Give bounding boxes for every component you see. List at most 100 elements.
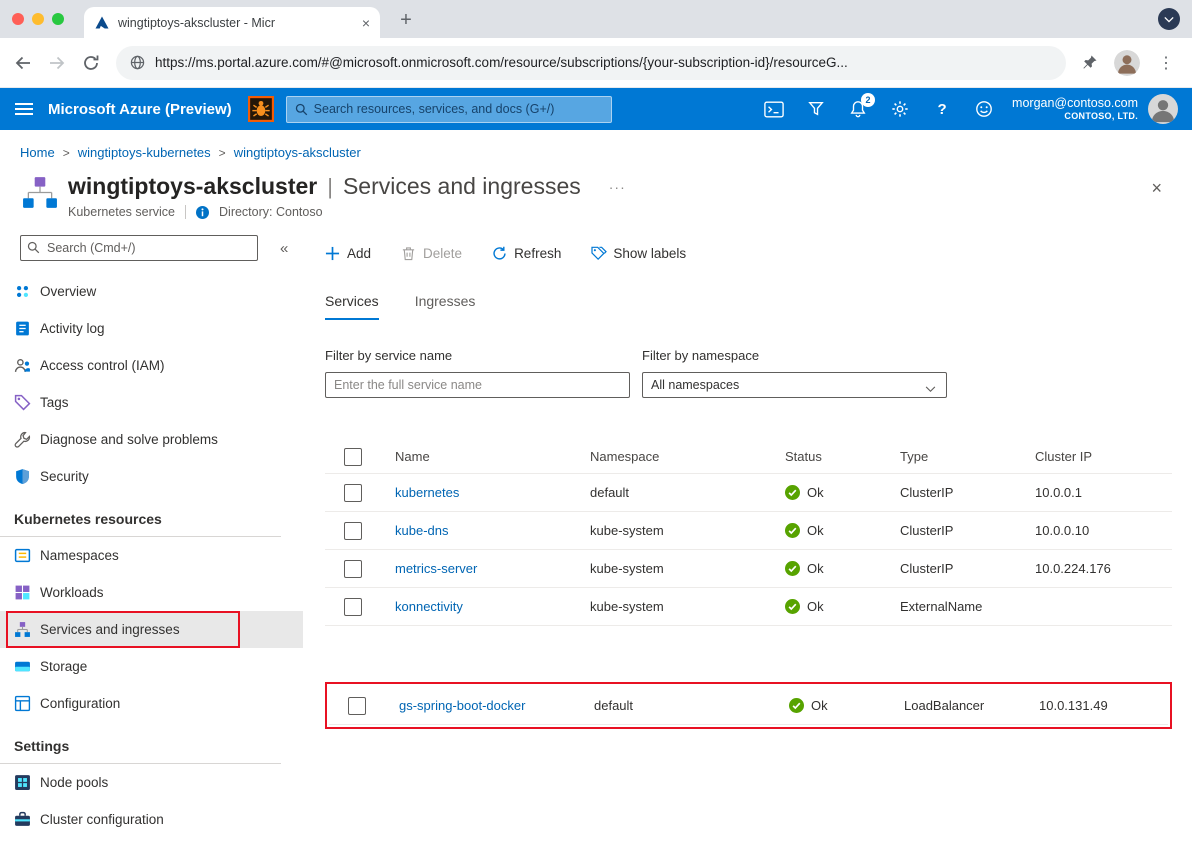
table-row[interactable]: kubernetes default Ok ClusterIP 10.0.0.1 bbox=[325, 474, 1172, 512]
forward-icon[interactable] bbox=[48, 54, 66, 72]
new-tab-button[interactable]: + bbox=[392, 6, 420, 34]
hamburger-menu-icon[interactable] bbox=[0, 102, 48, 116]
namespace-cell: default bbox=[590, 485, 785, 500]
table-row-highlighted[interactable]: gs-spring-boot-docker default Ok LoadBal… bbox=[329, 687, 1168, 725]
row-checkbox[interactable] bbox=[344, 484, 362, 502]
browser-tab[interactable]: wingtiptoys-akscluster - Micr × bbox=[84, 7, 380, 38]
sidebar-item-security[interactable]: Security bbox=[0, 458, 303, 495]
sidebar-item-services-and-ingresses[interactable]: Services and ingresses bbox=[0, 611, 303, 648]
tab-ingresses[interactable]: Ingresses bbox=[415, 293, 476, 320]
breadcrumb-home[interactable]: Home bbox=[20, 145, 55, 160]
breadcrumb-cluster[interactable]: wingtiptoys-akscluster bbox=[234, 145, 361, 160]
sidebar-item-node-pools[interactable]: Node pools bbox=[0, 764, 303, 801]
title-separator: | bbox=[327, 174, 333, 200]
extensions-pin-icon[interactable] bbox=[1082, 54, 1100, 72]
kubernetes-service-icon bbox=[22, 176, 58, 210]
sidebar-item-namespaces[interactable]: Namespaces bbox=[0, 537, 303, 574]
column-header-namespace[interactable]: Namespace bbox=[590, 449, 785, 464]
sidebar-item-activity-log[interactable]: Activity log bbox=[0, 310, 303, 347]
sidebar-section-kubernetes-resources: Kubernetes resources bbox=[0, 495, 281, 537]
page-title: wingtiptoys-akscluster bbox=[68, 173, 317, 200]
sidebar-item-configuration[interactable]: Configuration bbox=[0, 685, 303, 722]
azure-favicon bbox=[94, 15, 110, 31]
settings-gear-icon[interactable] bbox=[890, 99, 910, 119]
window-close-button[interactable] bbox=[12, 13, 24, 25]
browser-avatar[interactable] bbox=[1114, 50, 1140, 76]
add-button[interactable]: Add bbox=[325, 246, 371, 261]
sidebar-item-overview[interactable]: Overview bbox=[0, 273, 303, 310]
table-row[interactable]: kube-dns kube-system Ok ClusterIP 10.0.0… bbox=[325, 512, 1172, 550]
overview-icon bbox=[14, 283, 31, 300]
collapse-menu-icon[interactable]: « bbox=[280, 240, 288, 257]
select-all-checkbox[interactable] bbox=[344, 448, 362, 466]
row-checkbox[interactable] bbox=[344, 598, 362, 616]
cloud-shell-icon[interactable] bbox=[764, 99, 784, 119]
service-name-link[interactable]: kube-dns bbox=[395, 523, 590, 538]
table-header: Name Namespace Status Type Cluster IP bbox=[325, 440, 1172, 474]
close-blade-icon[interactable]: × bbox=[1151, 178, 1162, 199]
site-globe-icon bbox=[130, 55, 145, 70]
tab-services[interactable]: Services bbox=[325, 293, 379, 320]
row-checkbox[interactable] bbox=[344, 522, 362, 540]
column-header-name[interactable]: Name bbox=[395, 449, 590, 464]
service-name-link[interactable]: kubernetes bbox=[395, 485, 590, 500]
sidebar-item-workloads[interactable]: Workloads bbox=[0, 574, 303, 611]
account-info[interactable]: morgan@contoso.com CONTOSO, LTD. bbox=[1012, 95, 1138, 123]
row-checkbox[interactable] bbox=[344, 560, 362, 578]
column-header-type[interactable]: Type bbox=[900, 449, 1035, 464]
user-avatar[interactable] bbox=[1148, 94, 1178, 124]
sidebar-search-box[interactable] bbox=[20, 235, 258, 261]
delete-button[interactable]: Delete bbox=[401, 246, 462, 261]
status-ok-icon bbox=[785, 523, 800, 538]
sidebar-menu: Overview Activity log Access control (IA… bbox=[0, 273, 303, 838]
global-search-input[interactable] bbox=[314, 102, 603, 116]
namespace-dropdown[interactable]: All namespaces bbox=[642, 372, 947, 398]
show-labels-button[interactable]: Show labels bbox=[591, 246, 686, 261]
table-row[interactable]: konnectivity kube-system Ok ExternalName bbox=[325, 588, 1172, 626]
sidebar-item-diagnose[interactable]: Diagnose and solve problems bbox=[0, 421, 303, 458]
sidebar-item-cluster-configuration[interactable]: Cluster configuration bbox=[0, 801, 303, 838]
window-zoom-button[interactable] bbox=[52, 13, 64, 25]
reload-icon[interactable] bbox=[82, 54, 100, 72]
add-icon bbox=[325, 246, 340, 261]
sidebar-section-settings: Settings bbox=[0, 722, 281, 764]
sidebar-item-tags[interactable]: Tags bbox=[0, 384, 303, 421]
directory-filter-icon[interactable] bbox=[806, 99, 826, 119]
tab-close-icon[interactable]: × bbox=[362, 15, 370, 31]
subtitle-divider bbox=[185, 205, 186, 219]
service-name-link[interactable]: konnectivity bbox=[395, 599, 590, 614]
sidebar-item-access-control[interactable]: Access control (IAM) bbox=[0, 347, 303, 384]
activity-log-icon bbox=[14, 320, 31, 337]
help-icon[interactable]: ? bbox=[932, 99, 952, 119]
feedback-smiley-icon[interactable] bbox=[974, 99, 994, 119]
row-checkbox[interactable] bbox=[348, 697, 366, 715]
column-header-status[interactable]: Status bbox=[785, 449, 900, 464]
global-search-box[interactable] bbox=[286, 96, 612, 123]
notifications-bell-icon[interactable]: 2 bbox=[848, 99, 868, 119]
breadcrumb-resource-group[interactable]: wingtiptoys-kubernetes bbox=[78, 145, 211, 160]
sidebar-search-input[interactable] bbox=[20, 235, 258, 261]
user-email: morgan@contoso.com bbox=[1012, 95, 1138, 111]
browser-dropdown-icon[interactable] bbox=[1158, 8, 1180, 30]
azure-title[interactable]: Microsoft Azure (Preview) bbox=[48, 101, 232, 118]
table-row[interactable]: metrics-server kube-system Ok ClusterIP … bbox=[325, 550, 1172, 588]
window-minimize-button[interactable] bbox=[32, 13, 44, 25]
service-name-link[interactable]: gs-spring-boot-docker bbox=[399, 698, 594, 713]
service-name-filter-input[interactable] bbox=[325, 372, 630, 398]
browser-menu-icon[interactable]: ⋮ bbox=[1154, 53, 1178, 73]
cluster-ip-cell: 10.0.224.176 bbox=[1035, 561, 1172, 576]
breadcrumb-separator: > bbox=[219, 146, 226, 160]
page-title-line: wingtiptoys-akscluster | Services and in… bbox=[68, 173, 626, 200]
service-name-link[interactable]: metrics-server bbox=[395, 561, 590, 576]
url-bar[interactable]: https://ms.portal.azure.com/#@microsoft.… bbox=[116, 46, 1066, 80]
sidebar-item-storage[interactable]: Storage bbox=[0, 648, 303, 685]
sidebar-item-label: Services and ingresses bbox=[40, 622, 180, 637]
namespace-filter: Filter by namespace All namespaces bbox=[642, 348, 947, 398]
more-options-icon[interactable]: ··· bbox=[609, 179, 626, 195]
namespace-cell: kube-system bbox=[590, 523, 785, 538]
notification-badge: 2 bbox=[861, 93, 875, 107]
refresh-button[interactable]: Refresh bbox=[492, 246, 561, 261]
column-header-cluster-ip[interactable]: Cluster IP bbox=[1035, 449, 1172, 464]
bug-report-icon[interactable] bbox=[248, 96, 274, 122]
back-icon[interactable] bbox=[14, 54, 32, 72]
